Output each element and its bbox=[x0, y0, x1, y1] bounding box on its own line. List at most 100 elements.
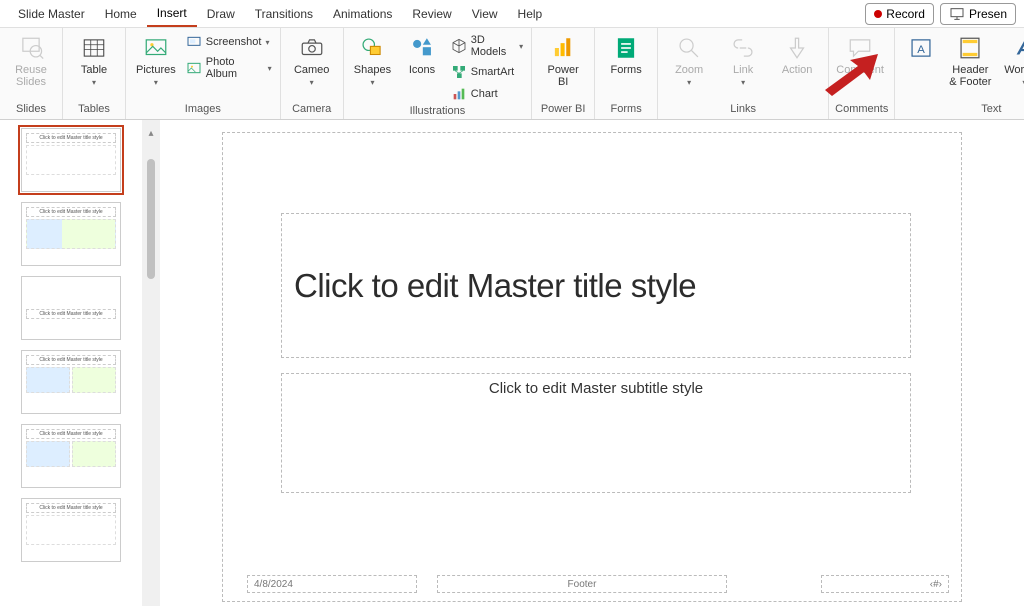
slide-thumb-5[interactable]: Click to edit Master title style bbox=[21, 424, 121, 488]
action-button: Action bbox=[772, 31, 822, 79]
thumb-title: Click to edit Master title style bbox=[26, 503, 116, 513]
wordart-icon: A bbox=[1008, 34, 1024, 62]
zoom-label: Zoom bbox=[675, 64, 703, 76]
thumb-title: Click to edit Master title style bbox=[26, 309, 116, 319]
chevron-down-icon: ▾ bbox=[687, 78, 691, 87]
svg-text:A: A bbox=[1016, 38, 1024, 60]
photo-album-label: Photo Album bbox=[206, 56, 264, 80]
tab-transitions[interactable]: Transitions bbox=[245, 2, 323, 26]
tab-home[interactable]: Home bbox=[95, 2, 147, 26]
group-forms-label: Forms bbox=[601, 101, 651, 117]
reuse-slides-label: Reuse Slides bbox=[15, 64, 47, 88]
tab-insert[interactable]: Insert bbox=[147, 1, 197, 27]
chevron-down-icon: ▾ bbox=[519, 42, 523, 51]
group-illustrations-label: Illustrations bbox=[350, 103, 525, 119]
link-button: Link ▾ bbox=[718, 31, 768, 90]
group-powerbi-label: Power BI bbox=[538, 101, 588, 117]
chevron-down-icon: ▾ bbox=[741, 78, 745, 87]
shapes-icon bbox=[356, 34, 388, 62]
cameo-button[interactable]: Cameo ▾ bbox=[287, 31, 337, 90]
group-links-label: Links bbox=[664, 101, 822, 117]
subtitle-placeholder[interactable]: Click to edit Master subtitle style bbox=[281, 373, 911, 493]
reuse-slides-icon bbox=[15, 34, 47, 62]
photo-album-icon bbox=[186, 60, 202, 76]
group-text: A Header & Footer A WordArt ▾ Text bbox=[895, 28, 1024, 119]
textbox-icon: A bbox=[905, 34, 937, 62]
icons-label: Icons bbox=[409, 64, 435, 76]
footer-text: Footer bbox=[568, 579, 597, 590]
smartart-button[interactable]: SmartArt bbox=[449, 63, 525, 81]
table-button[interactable]: Table ▾ bbox=[69, 31, 119, 90]
thumbnail-pane[interactable]: Click to edit Master title style Click t… bbox=[0, 120, 142, 606]
slide-thumb-4[interactable]: Click to edit Master title style bbox=[21, 350, 121, 414]
scrollbar-thumb[interactable] bbox=[147, 159, 155, 279]
screenshot-icon bbox=[186, 34, 202, 50]
present-button[interactable]: Presen bbox=[940, 3, 1016, 25]
group-images-label: Images bbox=[132, 101, 274, 117]
tab-review[interactable]: Review bbox=[402, 2, 461, 26]
textbox-button[interactable]: A bbox=[901, 31, 941, 65]
group-images: Pictures ▾ Screenshot ▾ Photo Album ▾ Im… bbox=[126, 28, 281, 119]
group-text-label: Text bbox=[901, 101, 1024, 117]
shapes-button[interactable]: Shapes ▾ bbox=[350, 31, 396, 90]
slide-editor[interactable]: Click to edit Master title style Click t… bbox=[160, 120, 1024, 606]
powerbi-icon bbox=[547, 34, 579, 62]
screenshot-button[interactable]: Screenshot ▾ bbox=[184, 33, 274, 51]
chevron-down-icon: ▾ bbox=[265, 38, 269, 47]
cube-icon bbox=[451, 38, 467, 54]
date-placeholder[interactable]: 4/8/2024 bbox=[247, 575, 417, 593]
thumbnail-scrollbar[interactable]: ▴ bbox=[142, 120, 160, 606]
chart-button[interactable]: Chart bbox=[449, 85, 525, 103]
record-button[interactable]: Record bbox=[865, 3, 934, 25]
chevron-down-icon: ▾ bbox=[370, 78, 374, 87]
powerbi-button[interactable]: Power BI bbox=[538, 31, 588, 91]
menu-tab-bar: Slide Master Home Insert Draw Transition… bbox=[0, 0, 1024, 28]
reuse-slides-button: Reuse Slides bbox=[6, 31, 56, 91]
group-illustrations: Shapes ▾ Icons 3D Models ▾ SmartArt bbox=[344, 28, 532, 119]
photo-album-button[interactable]: Photo Album ▾ bbox=[184, 55, 274, 81]
title-placeholder-text: Click to edit Master title style bbox=[294, 267, 696, 305]
present-label: Presen bbox=[969, 7, 1007, 21]
subtitle-placeholder-text: Click to edit Master subtitle style bbox=[489, 380, 703, 397]
pictures-button[interactable]: Pictures ▾ bbox=[132, 31, 180, 90]
slide-thumb-2[interactable]: Click to edit Master title style bbox=[21, 202, 121, 266]
header-footer-button[interactable]: Header & Footer bbox=[945, 31, 995, 91]
comment-button: Comment bbox=[835, 31, 885, 79]
workspace: Click to edit Master title style Click t… bbox=[0, 120, 1024, 606]
tab-slide-master[interactable]: Slide Master bbox=[8, 2, 95, 26]
thumb-title: Click to edit Master title style bbox=[26, 133, 116, 143]
table-label: Table bbox=[81, 64, 107, 76]
wordart-button[interactable]: A WordArt ▾ bbox=[999, 31, 1024, 90]
tab-draw[interactable]: Draw bbox=[197, 2, 245, 26]
thumb-title: Click to edit Master title style bbox=[26, 429, 116, 439]
forms-icon bbox=[610, 34, 642, 62]
smartart-icon bbox=[451, 64, 467, 80]
slide-thumb-6[interactable]: Click to edit Master title style bbox=[21, 498, 121, 562]
scroll-up-icon[interactable]: ▴ bbox=[148, 128, 153, 139]
3d-models-button[interactable]: 3D Models ▾ bbox=[449, 33, 525, 59]
slide-canvas[interactable]: Click to edit Master title style Click t… bbox=[222, 132, 962, 602]
forms-button[interactable]: Forms bbox=[601, 31, 651, 79]
cameo-icon bbox=[296, 34, 328, 62]
tab-help[interactable]: Help bbox=[508, 2, 553, 26]
chart-label: Chart bbox=[471, 88, 498, 100]
tab-view[interactable]: View bbox=[462, 2, 508, 26]
icons-button[interactable]: Icons bbox=[399, 31, 445, 79]
slidenum-text: ‹#› bbox=[930, 579, 942, 590]
title-placeholder[interactable]: Click to edit Master title style bbox=[281, 213, 911, 358]
slide-thumb-1[interactable]: Click to edit Master title style bbox=[21, 128, 121, 192]
group-forms: Forms Forms bbox=[595, 28, 658, 119]
group-powerbi: Power BI Power BI bbox=[532, 28, 595, 119]
footer-placeholder[interactable]: Footer bbox=[437, 575, 727, 593]
cameo-label: Cameo bbox=[294, 64, 329, 76]
svg-text:A: A bbox=[918, 44, 926, 56]
tab-animations[interactable]: Animations bbox=[323, 2, 402, 26]
chevron-down-icon: ▾ bbox=[92, 78, 96, 87]
shapes-label: Shapes bbox=[354, 64, 391, 76]
record-icon bbox=[874, 10, 882, 18]
pictures-icon bbox=[140, 34, 172, 62]
group-tables: Table ▾ Tables bbox=[63, 28, 126, 119]
slide-thumb-3[interactable]: Click to edit Master title style bbox=[21, 276, 121, 340]
slidenum-placeholder[interactable]: ‹#› bbox=[821, 575, 949, 593]
powerbi-label: Power BI bbox=[548, 64, 579, 88]
